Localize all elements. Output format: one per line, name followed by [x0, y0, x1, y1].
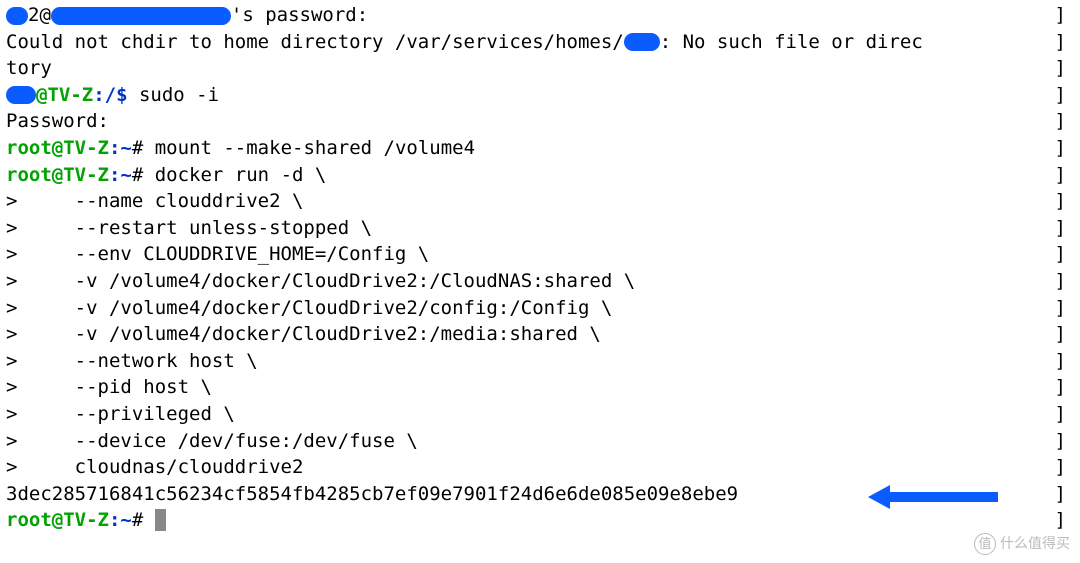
prompt-path: :~: [109, 164, 132, 186]
terminal-line: > --device /dev/fuse:/dev/fuse \]: [6, 428, 1074, 455]
prompt-user: root@TV-Z: [6, 509, 109, 531]
terminal-line: > --privileged \]: [6, 401, 1074, 428]
redacted-segment: [51, 7, 231, 25]
terminal-line: root@TV-Z:~# docker run -d \]: [6, 162, 1074, 189]
terminal-line: > --network host \]: [6, 348, 1074, 375]
command-text: sudo -i: [128, 84, 220, 106]
terminal-line: 2@'s password:]: [6, 2, 1074, 29]
terminal-line: > --name clouddrive2 \]: [6, 188, 1074, 215]
terminal-line: Password:]: [6, 108, 1074, 135]
container-id-output: 3dec285716841c56234cf5854fb4285cb7ef09e7…: [6, 481, 1074, 508]
prompt-user: root@TV-Z: [6, 164, 109, 186]
terminal-line: tory]: [6, 55, 1074, 82]
terminal-line: > -v /volume4/docker/CloudDrive2/config:…: [6, 295, 1074, 322]
terminal-line: > --pid host \]: [6, 374, 1074, 401]
prompt-hash: #: [132, 164, 143, 186]
terminal-line: > --env CLOUDDRIVE_HOME=/Config \]: [6, 241, 1074, 268]
prompt-hash: #: [132, 509, 143, 531]
command-text: mount --make-shared /volume4: [143, 137, 475, 159]
terminal-line: > cloudnas/clouddrive2]: [6, 454, 1074, 481]
prompt-user: root@TV-Z: [6, 137, 109, 159]
watermark: 值 什么值得买: [974, 533, 1070, 555]
prompt-path: :/$: [93, 84, 127, 106]
terminal-line: @TV-Z:/$ sudo -i]: [6, 82, 1074, 109]
redacted-segment: [6, 86, 36, 104]
terminal-line: Could not chdir to home directory /var/s…: [6, 29, 1074, 56]
prompt-user: @TV-Z: [36, 84, 93, 106]
cursor-icon: [155, 509, 166, 531]
prompt-hash: #: [132, 137, 143, 159]
terminal-line: > --restart unless-stopped \]: [6, 215, 1074, 242]
watermark-logo-icon: 值: [974, 533, 996, 555]
terminal-line: root@TV-Z:~# mount --make-shared /volume…: [6, 135, 1074, 162]
prompt-path: :~: [109, 509, 132, 531]
terminal-line: > -v /volume4/docker/CloudDrive2:/CloudN…: [6, 268, 1074, 295]
redacted-segment: [624, 33, 660, 51]
command-text: docker run -d \: [143, 164, 326, 186]
prompt-path: :~: [109, 137, 132, 159]
redacted-segment: [6, 7, 28, 25]
terminal-line: > -v /volume4/docker/CloudDrive2:/media:…: [6, 321, 1074, 348]
terminal-prompt-line[interactable]: root@TV-Z:~# ]: [6, 507, 1074, 534]
watermark-text: 什么值得买: [1000, 534, 1070, 554]
